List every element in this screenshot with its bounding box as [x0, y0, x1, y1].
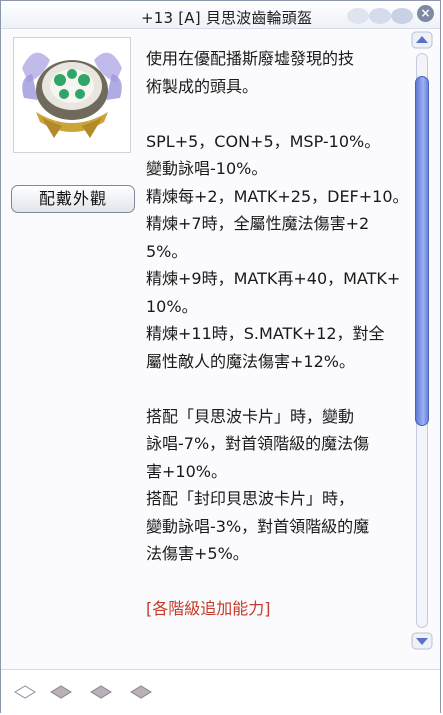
filled-slot-icon[interactable] — [129, 685, 153, 699]
description-line — [146, 100, 408, 128]
description-line: SPL+5，CON+5，MSP-10%。 — [146, 131, 381, 151]
close-icon: × — [420, 6, 431, 20]
description-line — [146, 375, 408, 403]
title-decoration-icon — [347, 8, 413, 24]
description-line: 害+10%。 — [146, 461, 227, 481]
card-slot-bar — [1, 669, 440, 713]
description-line: 精煉+7時，全屬性魔法傷害+2 — [146, 214, 370, 233]
description-line: 屬性敵人的魔法傷害+12%。 — [146, 351, 355, 371]
gear-helmet-icon — [22, 52, 122, 138]
description-line — [146, 568, 408, 596]
description-line: 10%。 — [146, 296, 198, 316]
grade-bonus-link[interactable]: [各階級追加能力] — [146, 595, 408, 623]
description-line: 法傷害+5%。 — [146, 544, 249, 563]
description-line: 搭配「封印貝思波卡片」時， — [146, 489, 355, 508]
description-line: 搭配「貝思波卡片」時，變動 — [146, 406, 355, 426]
description-line: 詠唱-7%，對首領階級的魔法傷 — [146, 434, 370, 453]
item-info-window: +13 [A] 貝思波齒輪頭盔 × 配戴外觀 使用在優配播斯廢墟發現的技 術製成… — [0, 0, 441, 713]
appearance-button[interactable]: 配戴外觀 — [11, 185, 135, 213]
description-line: 精煉+9時，MATK再+40，MATK+ — [146, 269, 401, 288]
item-image — [13, 37, 131, 153]
empty-slot-icon[interactable] — [13, 685, 37, 699]
window-title: +13 [A] 貝思波齒輪頭盔 — [141, 9, 313, 27]
description-line: 5%。 — [146, 241, 188, 261]
title-bar[interactable]: +13 [A] 貝思波齒輪頭盔 × — [1, 1, 440, 29]
scroll-thumb[interactable] — [415, 76, 429, 426]
description-line: 精煉每+2，MATK+25，DEF+10。 — [146, 186, 409, 206]
item-description: 使用在優配播斯廢墟發現的技 術製成的頭具。 SPL+5，CON+5，MSP-10… — [146, 45, 409, 623]
description-line: 精煉+11時，S.MATK+12，對全 — [146, 324, 385, 343]
description-line: 使用在優配播斯廢墟發現的技 — [146, 49, 355, 68]
description-line: 變動詠唱-3%，對首領階級的魔 — [146, 516, 370, 536]
close-button[interactable]: × — [417, 5, 434, 22]
scroll-down-arrow-icon[interactable] — [411, 632, 433, 650]
description-line: 術製成的頭具。 — [146, 76, 259, 96]
description-line: 變動詠唱-10%。 — [146, 159, 268, 178]
filled-slot-icon[interactable] — [49, 685, 73, 699]
vertical-scrollbar[interactable] — [411, 31, 433, 651]
filled-slot-icon[interactable] — [89, 685, 113, 699]
scroll-up-arrow-icon[interactable] — [411, 31, 433, 49]
